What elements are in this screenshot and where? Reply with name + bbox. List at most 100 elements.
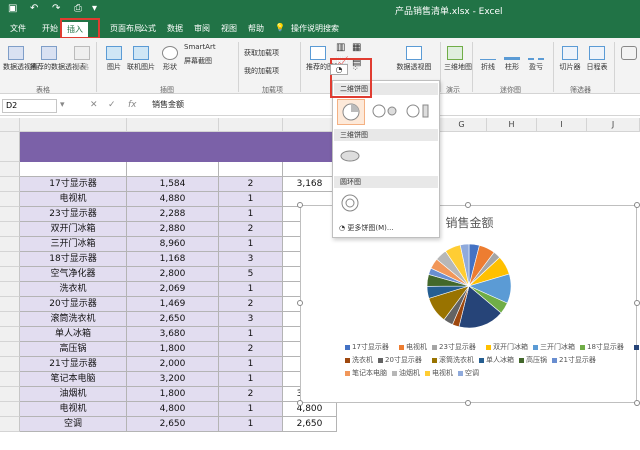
table-cell[interactable]: 4,880 [127, 192, 219, 207]
table-cell[interactable]: 2,650 [127, 417, 219, 432]
sparkline-line-button[interactable]: 折线 [478, 46, 498, 72]
legend-item[interactable]: 17寸显示器 [345, 342, 389, 352]
table-cell[interactable]: 8,960 [127, 237, 219, 252]
row-header[interactable] [0, 162, 20, 177]
table-cell[interactable]: 2,000 [127, 357, 219, 372]
table-cell[interactable]: 20寸显示器 [20, 297, 127, 312]
table-cell[interactable]: 高压锅 [20, 342, 127, 357]
table-cell[interactable]: 双开门冰箱 [20, 222, 127, 237]
save-icon[interactable]: ▣ [8, 3, 17, 14]
legend-item[interactable]: 油烟机 [392, 368, 420, 378]
table-cell[interactable]: 5 [219, 267, 283, 282]
legend-item[interactable]: 电视机 [399, 342, 427, 352]
tab-view[interactable]: 视图 [221, 23, 237, 34]
resize-handle[interactable] [465, 400, 471, 406]
pivot-table-button[interactable]: 数据透视表 [3, 46, 38, 72]
scatter-chart-icon[interactable]: ⁘ [352, 64, 359, 73]
tab-home[interactable]: 开始 [42, 23, 58, 34]
table-cell[interactable]: 2 [219, 177, 283, 192]
table-cell[interactable]: 1 [219, 237, 283, 252]
pie-2d-option[interactable] [337, 99, 365, 125]
column-header[interactable]: G [437, 118, 487, 132]
resize-handle[interactable] [297, 300, 303, 306]
column-header[interactable] [283, 118, 337, 132]
table-cell[interactable]: 1 [219, 372, 283, 387]
recommended-pivot-button[interactable]: 推荐的数据透视表 [30, 46, 86, 72]
table-cell[interactable]: 3,168 [283, 177, 337, 192]
row-header[interactable] [0, 207, 20, 222]
table-cell[interactable]: 电视机 [20, 402, 127, 417]
tab-help[interactable]: 帮助 [248, 23, 264, 34]
legend-item[interactable]: 洗衣机 [345, 355, 373, 365]
table-cell[interactable]: 1 [219, 417, 283, 432]
resize-handle[interactable] [297, 202, 303, 208]
select-all-corner[interactable] [0, 118, 20, 132]
name-box[interactable]: D2 [2, 99, 57, 113]
row-header[interactable] [0, 417, 20, 432]
resize-handle[interactable] [634, 300, 640, 306]
table-cell[interactable]: 2 [219, 387, 283, 402]
online-pictures-button[interactable]: 联机图片 [126, 46, 156, 72]
table-cell[interactable]: 4,800 [283, 402, 337, 417]
table-cell[interactable]: 21寸显示器 [20, 357, 127, 372]
table-cell[interactable]: 电视机 [20, 192, 127, 207]
screenshot-button[interactable]: 屏幕截图 [184, 56, 212, 66]
doughnut-option[interactable] [337, 191, 365, 217]
row-header[interactable] [0, 267, 20, 282]
table-cell[interactable]: 空调 [20, 417, 127, 432]
table-cell[interactable]: 23寸显示器 [20, 207, 127, 222]
tab-page-layout[interactable]: 页面布局 [110, 23, 142, 34]
column-header[interactable] [20, 118, 127, 132]
table-cell[interactable]: 1,584 [127, 177, 219, 192]
table-cell[interactable]: 1 [219, 327, 283, 342]
slicer-button[interactable]: 切片器 [558, 46, 582, 72]
resize-handle[interactable] [634, 202, 640, 208]
name-box-dropdown-icon[interactable]: ▾ [60, 100, 65, 110]
legend-item[interactable]: 18寸显示器 [580, 342, 624, 352]
legend-item[interactable]: 空气净化器 [634, 342, 640, 352]
table-cell[interactable]: 1,800 [127, 342, 219, 357]
table-cell[interactable]: 2,288 [127, 207, 219, 222]
legend-item[interactable]: 三开门冰箱 [533, 342, 575, 352]
table-button[interactable]: 表格 [72, 46, 92, 72]
legend-item[interactable]: 笔记本电脑 [345, 368, 387, 378]
confirm-icon[interactable]: ✓ [108, 100, 116, 110]
insert-function-icon[interactable]: fx [128, 100, 137, 110]
sparkline-column-button[interactable]: 柱形 [502, 46, 522, 72]
legend-item[interactable]: 双开门冰箱 [486, 342, 528, 352]
formula-input[interactable]: 销售金额 [152, 99, 184, 110]
table-cell[interactable]: 2 [219, 342, 283, 357]
bar-of-pie-option[interactable] [405, 99, 433, 125]
table-cell[interactable]: 3 [219, 252, 283, 267]
tab-formulas[interactable]: 公式 [140, 23, 156, 34]
table-cell[interactable]: 17寸显示器 [20, 177, 127, 192]
table-cell[interactable]: 2,880 [127, 222, 219, 237]
resize-handle[interactable] [297, 400, 303, 406]
table-cell[interactable]: 1 [219, 282, 283, 297]
pie-chart-icon[interactable]: ◔ [330, 64, 348, 75]
table-cell[interactable]: 2,650 [283, 417, 337, 432]
table-cell[interactable]: 2,800 [127, 267, 219, 282]
legend-item[interactable]: 单人冰箱 [479, 355, 514, 365]
tab-file[interactable]: 文件 [10, 23, 26, 34]
customize-quick-access-icon[interactable]: ▾ [92, 3, 97, 14]
row-header[interactable] [0, 297, 20, 312]
row-header[interactable] [0, 132, 20, 162]
table-cell[interactable]: 2,069 [127, 282, 219, 297]
hierarchy-chart-icon[interactable]: ▦ [352, 42, 361, 53]
sparkline-winloss-button[interactable]: 盈亏 [526, 46, 546, 72]
pie-3d-option[interactable] [337, 144, 365, 168]
row-header[interactable] [0, 252, 20, 267]
column-header[interactable] [127, 118, 219, 132]
table-cell[interactable]: 18寸显示器 [20, 252, 127, 267]
link-button[interactable] [620, 46, 638, 62]
table-cell[interactable]: 3 [219, 312, 283, 327]
row-header[interactable] [0, 372, 20, 387]
shapes-button[interactable]: 形状 [160, 46, 180, 72]
row-header[interactable] [0, 282, 20, 297]
print-preview-icon[interactable]: ⎙ [74, 3, 82, 14]
table-cell[interactable]: 2 [219, 222, 283, 237]
row-header[interactable] [0, 357, 20, 372]
row-header[interactable] [0, 312, 20, 327]
smartart-button[interactable]: SmartArt [184, 43, 216, 51]
